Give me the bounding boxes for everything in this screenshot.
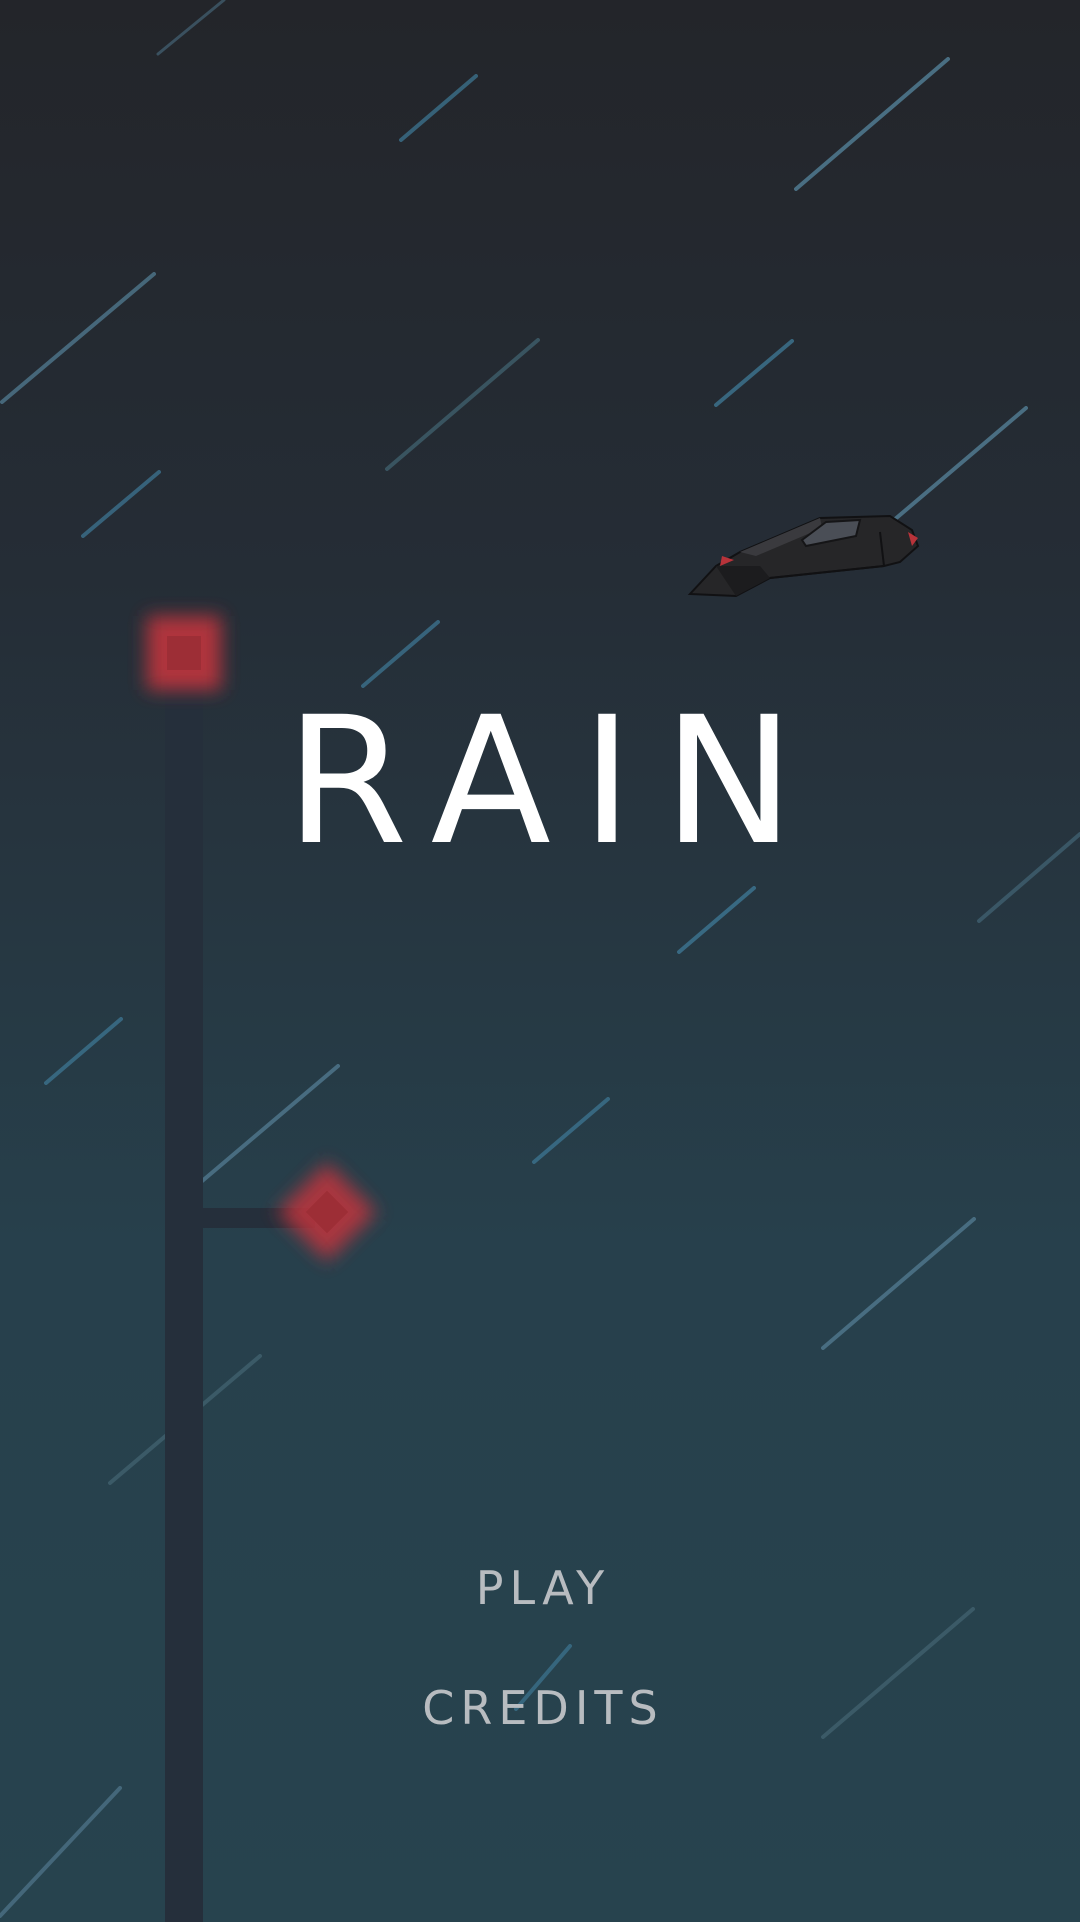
rain-streak <box>399 74 478 142</box>
rain-streak <box>186 1064 340 1195</box>
rain-streak <box>44 1017 123 1085</box>
warning-light-arm <box>277 1162 377 1262</box>
rain-streak <box>532 1097 610 1164</box>
rain-streak <box>794 57 950 191</box>
rain-streak <box>361 620 440 688</box>
rain-streak <box>821 1607 975 1739</box>
warning-light-top <box>147 616 221 690</box>
play-button[interactable]: PLAY <box>340 1560 740 1616</box>
scene-graphics <box>0 0 1080 1922</box>
rain-streak <box>0 1786 122 1918</box>
rain-streak <box>714 339 794 407</box>
credits-button[interactable]: CREDITS <box>340 1680 740 1736</box>
flying-car <box>687 514 920 598</box>
game-title: RAIN <box>285 679 825 884</box>
rain-streaks <box>0 0 1080 1918</box>
rain-streak <box>81 470 161 538</box>
rain-streak <box>0 272 156 404</box>
title-screen: RAIN PLAY CREDITS <box>0 0 1080 1922</box>
rain-streak <box>872 406 1028 539</box>
rain-streak <box>677 886 756 954</box>
rain-streak <box>821 1217 976 1350</box>
rain-streak <box>385 338 540 471</box>
rain-streak <box>156 0 226 56</box>
